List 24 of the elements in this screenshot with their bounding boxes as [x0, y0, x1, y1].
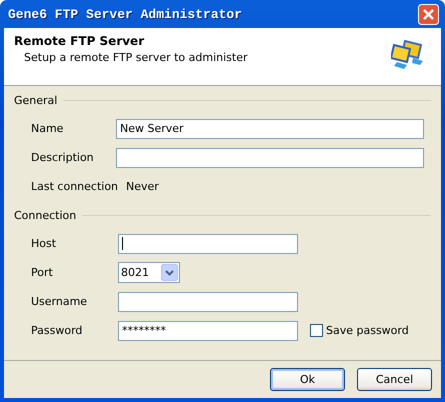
text-field[interactable] — [116, 148, 424, 168]
cancel-button[interactable]: Cancel — [357, 368, 432, 391]
port-combo[interactable]: 8021 — [118, 262, 180, 283]
field-label: Password — [31, 324, 84, 337]
close-icon[interactable] — [418, 4, 439, 24]
header-title: Remote FTP Server — [14, 34, 146, 48]
window-title: Gene6 FTP Server Administrator — [8, 6, 242, 22]
field-label: Description — [31, 151, 95, 164]
field-label: Name — [31, 122, 64, 135]
field-label: Host — [31, 237, 58, 250]
field-label: Port — [31, 266, 54, 279]
text-field[interactable]: New Server — [116, 118, 424, 138]
section-title: Connection — [14, 208, 76, 222]
password-field[interactable]: ******** — [118, 320, 298, 340]
ok-button[interactable]: Ok — [270, 368, 345, 391]
text-field[interactable] — [118, 292, 298, 312]
field-value: Never — [126, 180, 159, 193]
save-password-checkbox[interactable]: Save password — [310, 324, 409, 337]
section-title: General — [14, 94, 58, 106]
field-label: Username — [31, 295, 88, 308]
field-label: Last connection — [31, 180, 118, 193]
text-field[interactable] — [118, 234, 298, 254]
header-subtitle: Setup a remote FTP server to administer — [24, 51, 248, 64]
dropdown-icon[interactable] — [161, 264, 178, 281]
